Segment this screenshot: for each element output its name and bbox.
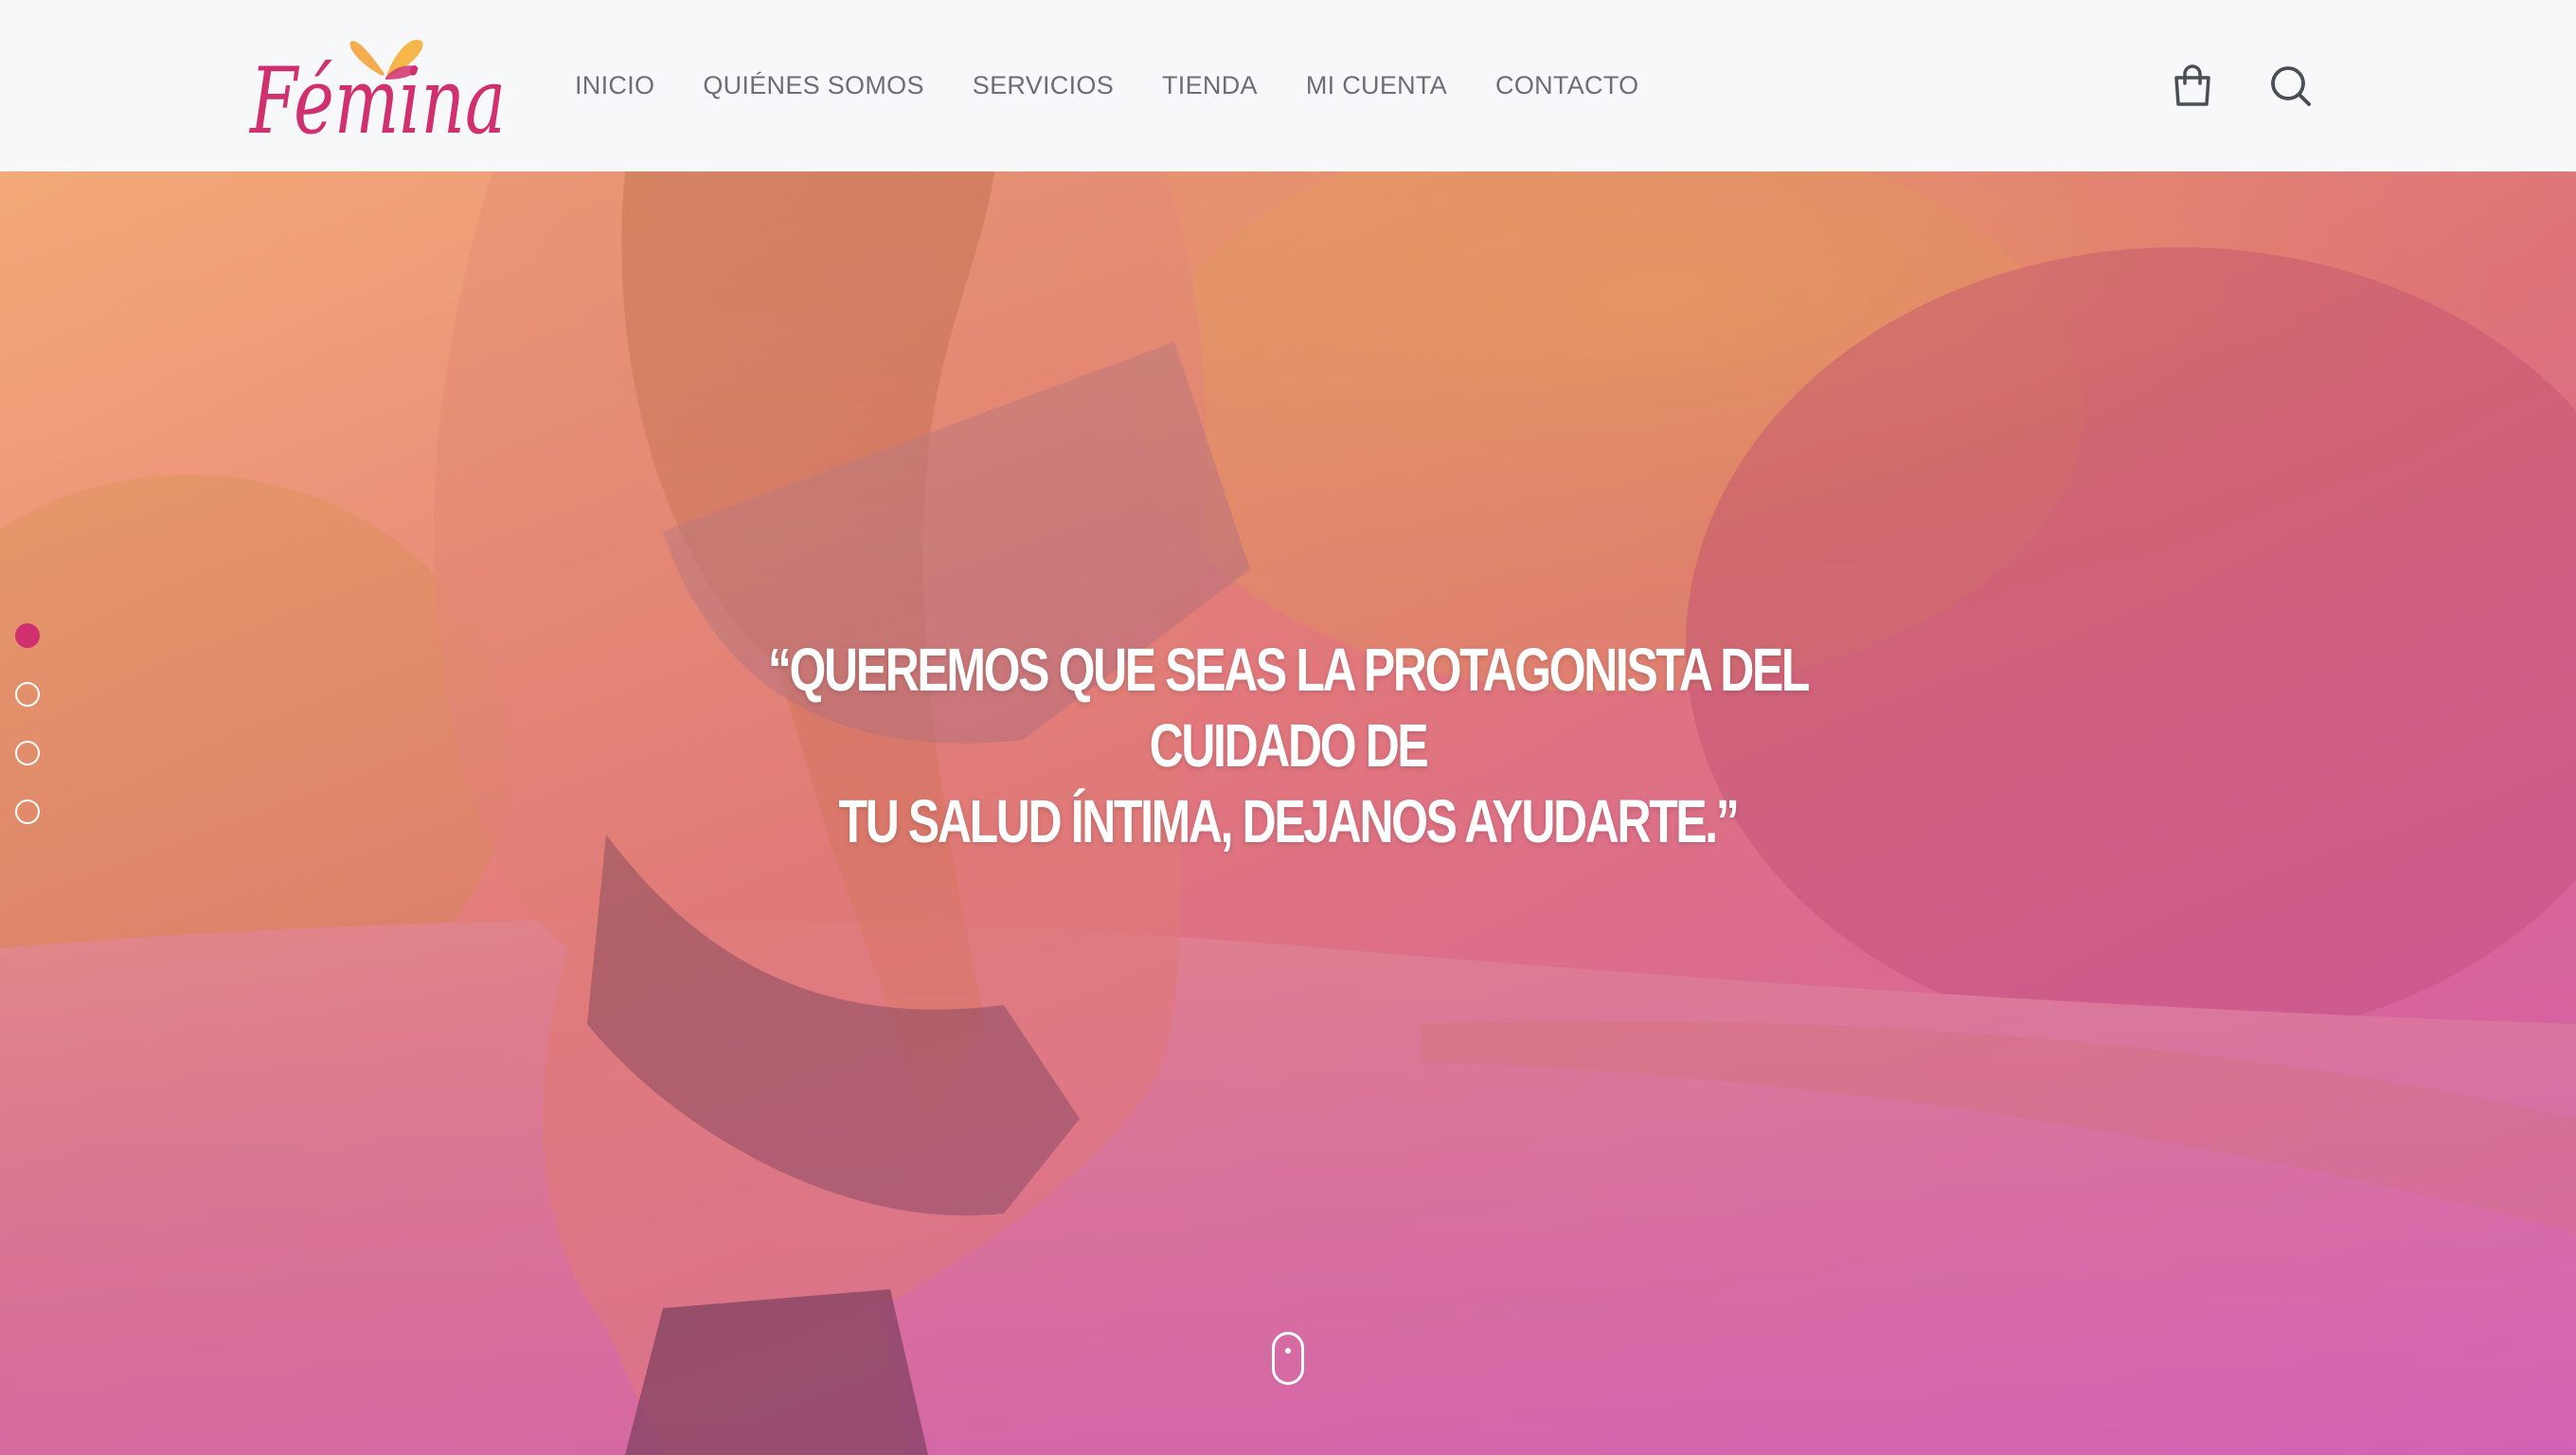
nav-item-quienes-somos[interactable]: QUIÉNES SOMOS (703, 71, 923, 100)
femina-logo[interactable]: Fémina (244, 21, 519, 154)
nav-item-inicio[interactable]: INICIO (575, 71, 654, 100)
hero-quote-line-2: TU SALUD ÍNTIMA, DEJANOS AYUDARTE.” (838, 787, 1740, 855)
hero-quote-line-1: “QUEREMOS QUE SEAS LA PROTAGONISTA DEL C… (767, 636, 1810, 780)
slide-dot-3[interactable] (15, 741, 40, 765)
slide-dot-2[interactable] (15, 682, 40, 707)
slide-dot-4[interactable] (15, 799, 40, 824)
nav-item-mi-cuenta[interactable]: MI CUENTA (1306, 71, 1447, 100)
shopping-bag-icon[interactable] (2169, 63, 2216, 110)
hero-slider: “QUEREMOS QUE SEAS LA PROTAGONISTA DEL C… (0, 171, 2576, 1455)
search-icon[interactable] (2267, 63, 2315, 110)
main-nav: INICIO QUIÉNES SOMOS SERVICIOS TIENDA MI… (575, 0, 1687, 171)
logo-wordmark: Fémina (248, 48, 506, 154)
slide-dot-1[interactable] (15, 623, 40, 648)
hero-quote: “QUEREMOS QUE SEAS LA PROTAGONISTA DEL C… (697, 632, 1879, 859)
nav-item-contacto[interactable]: CONTACTO (1495, 71, 1638, 100)
femina-logo-graphic: Fémina (248, 39, 506, 154)
site-header: Fémina INICIO QUIÉNES SOMOS SERVICIOS TI… (0, 0, 2576, 172)
nav-item-servicios[interactable]: SERVICIOS (973, 71, 1114, 100)
mouse-wheel-dot (1285, 1348, 1291, 1354)
nav-item-tienda[interactable]: TIENDA (1162, 71, 1258, 100)
mouse-scroll-icon[interactable] (1272, 1332, 1304, 1385)
slide-pagination (15, 623, 40, 858)
